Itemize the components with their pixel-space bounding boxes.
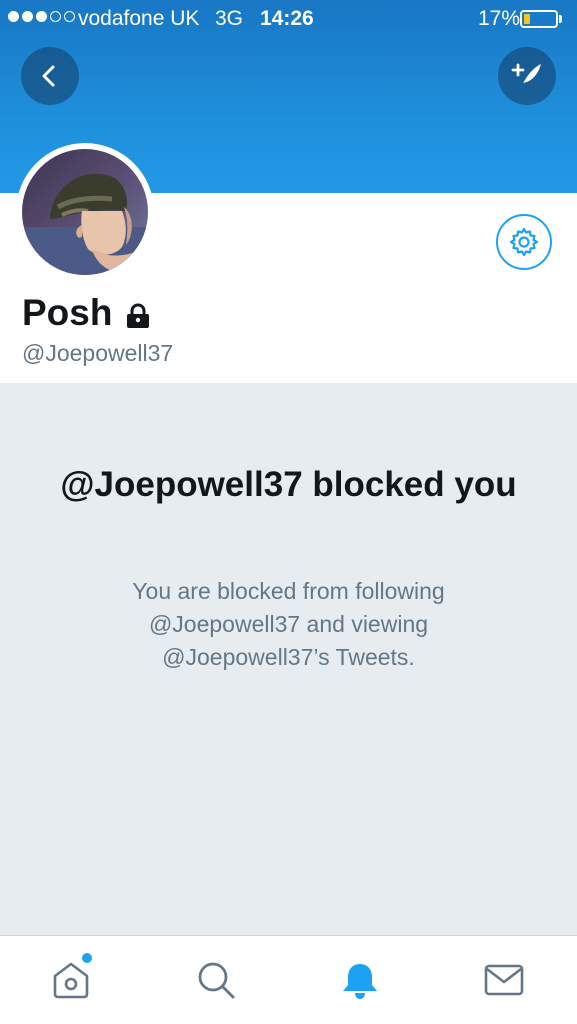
lock-icon (127, 303, 149, 328)
carrier-name: vodafone UK (78, 7, 200, 30)
avatar-image (22, 149, 148, 275)
signal-strength-icon (8, 11, 75, 22)
network-type: 3G (215, 7, 244, 30)
envelope-icon[interactable] (482, 958, 526, 1002)
bottom-tab-bar (0, 935, 577, 1024)
back-button[interactable] (21, 47, 79, 105)
gear-icon (509, 227, 539, 257)
home-icon[interactable] (49, 958, 93, 1002)
avatar[interactable] (22, 149, 148, 275)
bell-icon[interactable] (338, 958, 382, 1002)
battery-percent: 17% (478, 7, 521, 30)
compose-tweet-button[interactable] (498, 47, 556, 105)
battery-icon (520, 10, 558, 28)
blocked-message: You are blocked from following @Joepowel… (132, 578, 445, 670)
compose-tweet-icon (511, 63, 541, 89)
home-notification-badge (82, 953, 92, 963)
search-icon[interactable] (194, 958, 238, 1002)
status-time: 14:26 (260, 7, 314, 30)
profile-handle: @Joepowell37 (22, 340, 174, 366)
blocked-title: @Joepowell37 blocked you (60, 465, 517, 504)
profile-settings-button[interactable] (496, 214, 552, 270)
chevron-left-icon (42, 65, 55, 87)
blocked-notice-panel: @Joepowell37 blocked you You are blocked… (0, 383, 577, 935)
status-bar: vodafone UK 3G 14:26 17% (0, 0, 577, 38)
avatar-frame (16, 143, 154, 281)
profile-display-name: Posh (22, 292, 113, 333)
